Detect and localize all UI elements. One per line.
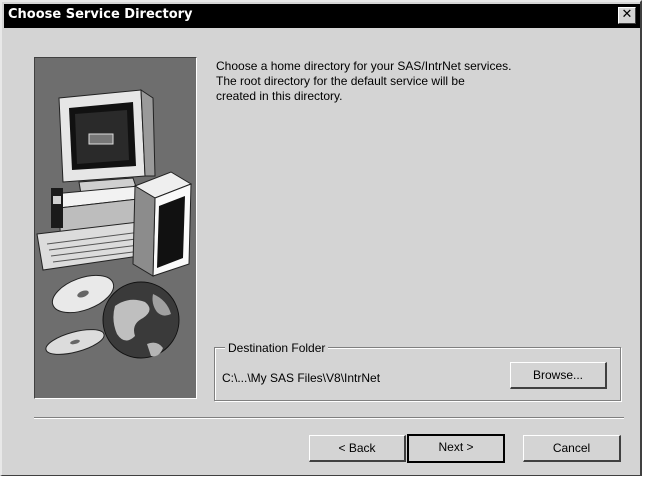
monitor-icon: [58, 89, 156, 195]
description-line: created in this directory.: [216, 89, 343, 103]
close-icon: ✕: [621, 7, 633, 22]
destination-folder-label: Destination Folder: [225, 341, 329, 355]
computer-with-cds-and-globe-illustration: [36, 89, 193, 359]
globe-icon: [102, 281, 180, 359]
cancel-button[interactable]: Cancel: [523, 435, 621, 462]
destination-path: C:\...\My SAS Files\V8\IntrNet: [222, 371, 381, 385]
wizard-illustration-panel: [34, 57, 197, 399]
browse-button[interactable]: Browse...: [510, 362, 607, 389]
back-button[interactable]: < Back: [309, 435, 406, 462]
description-text: Choose a home directory for your SAS/Int…: [216, 59, 606, 104]
close-button[interactable]: ✕: [618, 7, 636, 24]
separator: [34, 417, 624, 419]
window-title: Choose Service Directory: [8, 7, 193, 22]
description-line: Choose a home directory for your SAS/Int…: [216, 59, 512, 73]
software-box-icon: [132, 171, 193, 277]
next-button[interactable]: Next >: [407, 434, 505, 463]
title-bar[interactable]: Choose Service Directory ✕: [4, 4, 640, 28]
description-line: The root directory for the default servi…: [216, 74, 465, 88]
